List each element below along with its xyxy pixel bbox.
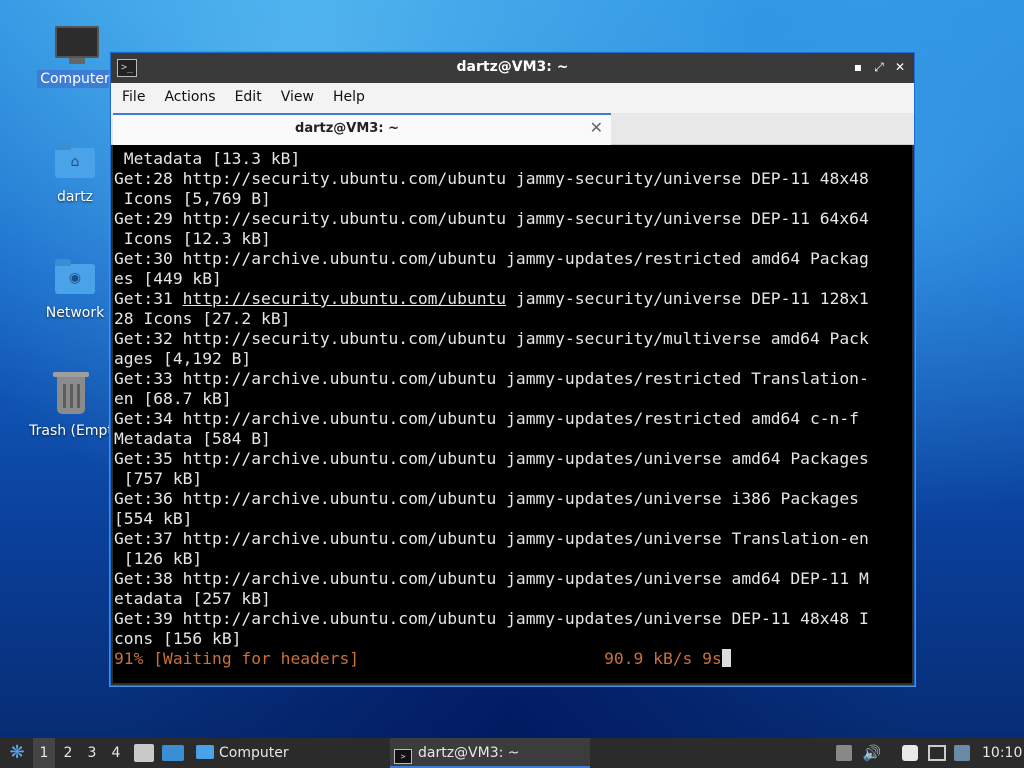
terminal-line: Get:35 http://archive.ubuntu.com/ubuntu … xyxy=(114,449,869,468)
maximize-button[interactable]: ⤢ xyxy=(870,58,888,76)
terminal-line: es [449 kB] xyxy=(114,269,222,288)
terminal-line: [554 kB] xyxy=(114,509,193,528)
desktop-icon-home[interactable]: ⌂ dartz xyxy=(30,140,120,206)
task-terminal[interactable]: > dartz@VM3: ~ xyxy=(390,738,590,768)
menu-actions[interactable]: Actions xyxy=(153,83,223,105)
terminal-cursor xyxy=(721,649,731,667)
desktop-icon-label: Computer xyxy=(37,70,113,88)
terminal-line: Metadata [13.3 kB] xyxy=(114,149,301,168)
tab-label: dartz@VM3: ~ xyxy=(295,121,399,136)
tab-close-icon[interactable]: ✕ xyxy=(590,118,603,137)
terminal-line: Get:36 http://archive.ubuntu.com/ubuntu … xyxy=(114,489,859,508)
task-computer[interactable]: Computer xyxy=(192,738,376,768)
workspace-4[interactable]: 4 xyxy=(105,738,127,768)
clipboard-icon[interactable] xyxy=(902,745,918,761)
desktop-icon-label: dartz xyxy=(56,189,94,205)
terminal-line: 28 Icons [27.2 kB] xyxy=(114,309,291,328)
terminal-line: Get:34 http://archive.ubuntu.com/ubuntu … xyxy=(114,409,859,428)
window-title: dartz@VM3: ~ xyxy=(456,59,569,75)
terminal-line: Get:32 http://security.ubuntu.com/ubuntu… xyxy=(114,329,869,348)
terminal-line: etadata [257 kB] xyxy=(114,589,271,608)
download-rate: 90.9 kB/s 9s xyxy=(604,649,722,668)
terminal-line: ages [4,192 B] xyxy=(114,349,252,368)
volume-icon[interactable]: 🔊 xyxy=(862,738,882,768)
menu-edit[interactable]: Edit xyxy=(224,83,270,105)
clock[interactable]: 10:10 xyxy=(982,738,1022,768)
terminal-line: Get:29 http://security.ubuntu.com/ubuntu… xyxy=(114,209,869,228)
task-label: dartz@VM3: ~ xyxy=(418,745,520,761)
tab-bar: dartz@VM3: ~ ✕ xyxy=(111,113,914,145)
task-label: Computer xyxy=(219,745,289,761)
workspace-1[interactable]: 1 xyxy=(33,738,55,768)
network-folder-icon: ◉ xyxy=(53,256,97,300)
start-menu-icon[interactable]: ❋ xyxy=(4,738,30,768)
tab-terminal[interactable]: dartz@VM3: ~ ✕ xyxy=(113,113,611,145)
terminal-line: Metadata [584 B] xyxy=(114,429,271,448)
terminal-line-prefix: Get:31 xyxy=(114,289,183,308)
terminal-window[interactable]: >_ dartz@VM3: ~ ▪ ⤢ ✕ File Actions Edit Vie… xyxy=(110,52,915,686)
updates-tray-icon[interactable] xyxy=(836,745,852,761)
taskbar: ❋ 1 2 3 4 Computer > dartz@VM3: ~ 🔊 10:10 xyxy=(0,738,1024,768)
terminal-line: Get:30 http://archive.ubuntu.com/ubuntu … xyxy=(114,249,869,268)
terminal-link[interactable]: http://security.ubuntu.com/ubuntu xyxy=(183,289,506,308)
terminal-line: [126 kB] xyxy=(114,549,203,568)
workspace-3[interactable]: 3 xyxy=(81,738,103,768)
terminal-line: [757 kB] xyxy=(114,469,203,488)
progress-status: 91% [Waiting for headers] xyxy=(114,649,360,668)
workspace-2[interactable]: 2 xyxy=(57,738,79,768)
terminal-line: Icons [12.3 kB] xyxy=(114,229,271,248)
window-titlebar[interactable]: >_ dartz@VM3: ~ ▪ ⤢ ✕ xyxy=(111,53,914,83)
notification-icon[interactable] xyxy=(954,745,970,761)
desktop-icon-computer[interactable]: Computer xyxy=(30,22,120,88)
terminal-line-suffix: jammy-security/universe DEP-11 128x1 xyxy=(506,289,869,308)
show-desktop-icon[interactable] xyxy=(162,745,184,761)
desktop-icon-label: Trash (Empt xyxy=(29,423,113,439)
menu-help[interactable]: Help xyxy=(322,83,373,105)
computer-icon xyxy=(53,22,99,66)
file-manager-launcher-icon[interactable] xyxy=(134,744,154,762)
desktop-icon-label: Network xyxy=(45,305,105,321)
terminal-output[interactable]: Metadata [13.3 kB] Get:28 http://securit… xyxy=(113,145,912,683)
terminal-line: Get:39 http://archive.ubuntu.com/ubuntu … xyxy=(114,609,869,628)
network-tray-icon[interactable] xyxy=(928,745,946,761)
terminal-icon: > xyxy=(394,749,412,764)
terminal-line: Get:28 http://security.ubuntu.com/ubuntu… xyxy=(114,169,869,188)
menu-view[interactable]: View xyxy=(270,83,322,105)
terminal-line: Icons [5,769 B] xyxy=(114,189,271,208)
menu-bar: File Actions Edit View Help xyxy=(111,83,914,113)
terminal-line: Get:37 http://archive.ubuntu.com/ubuntu … xyxy=(114,529,869,548)
terminal-line: Get:38 http://archive.ubuntu.com/ubuntu … xyxy=(114,569,869,588)
terminal-line: en [68.7 kB] xyxy=(114,389,232,408)
home-folder-icon: ⌂ xyxy=(53,140,97,184)
menu-file[interactable]: File xyxy=(111,83,153,105)
minimize-button[interactable]: ▪ xyxy=(849,58,867,76)
close-button[interactable]: ✕ xyxy=(891,58,909,76)
terminal-line: cons [156 kB] xyxy=(114,629,242,648)
terminal-line: Get:33 http://archive.ubuntu.com/ubuntu … xyxy=(114,369,869,388)
desktop-icon-trash[interactable]: Trash (Empt xyxy=(22,372,120,440)
trash-icon xyxy=(49,372,93,418)
desktop-icon-network[interactable]: ◉ Network xyxy=(30,256,120,322)
folder-icon xyxy=(196,745,214,759)
